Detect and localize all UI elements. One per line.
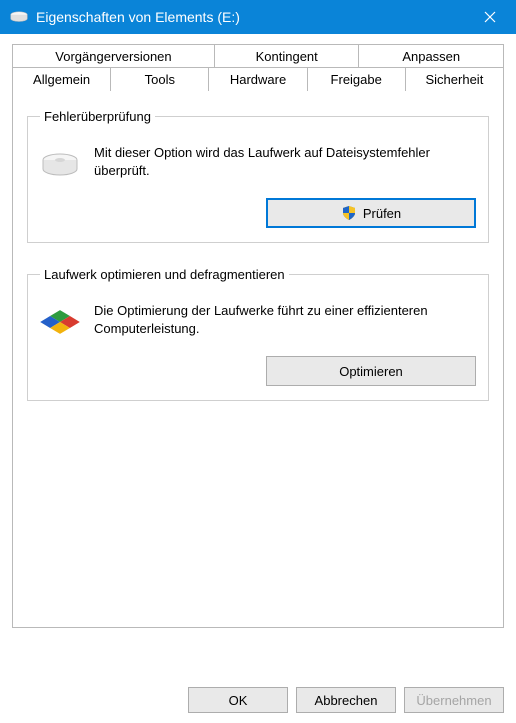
cancel-button[interactable]: Abbrechen xyxy=(296,687,396,713)
dialog-footer: OK Abbrechen Übernehmen xyxy=(0,679,516,721)
drive-icon xyxy=(10,10,28,24)
group-optimize-legend: Laufwerk optimieren und defragmentieren xyxy=(40,267,289,282)
close-button[interactable] xyxy=(470,0,510,34)
window-title: Eigenschaften von Elements (E:) xyxy=(36,9,470,25)
group-error-check-legend: Fehlerüberprüfung xyxy=(40,109,155,124)
tab-hardware[interactable]: Hardware xyxy=(208,67,307,91)
tab-customize[interactable]: Anpassen xyxy=(358,44,504,68)
tab-quota[interactable]: Kontingent xyxy=(214,44,360,68)
optimize-button-label: Optimieren xyxy=(339,364,403,379)
tab-tools[interactable]: Tools xyxy=(110,67,209,91)
group-error-check: Fehlerüberprüfung Mit dieser Option wird… xyxy=(27,109,489,243)
titlebar: Eigenschaften von Elements (E:) xyxy=(0,0,516,34)
drive-large-icon xyxy=(40,144,80,184)
shield-icon xyxy=(341,205,357,221)
group-optimize: Laufwerk optimieren und defragmentieren xyxy=(27,267,489,401)
content-area: Vorgängerversionen Kontingent Anpassen A… xyxy=(0,34,516,679)
error-check-text: Mit dieser Option wird das Laufwerk auf … xyxy=(94,144,476,179)
optimize-button[interactable]: Optimieren xyxy=(266,356,476,386)
optimize-text: Die Optimierung der Laufwerke führt zu e… xyxy=(94,302,476,337)
apply-button: Übernehmen xyxy=(404,687,504,713)
tab-security[interactable]: Sicherheit xyxy=(405,67,504,91)
tab-panel-tools: Fehlerüberprüfung Mit dieser Option wird… xyxy=(12,90,504,628)
tabs: Vorgängerversionen Kontingent Anpassen A… xyxy=(12,44,504,628)
tab-sharing[interactable]: Freigabe xyxy=(307,67,406,91)
check-button-label: Prüfen xyxy=(363,206,401,221)
tab-previous-versions[interactable]: Vorgängerversionen xyxy=(12,44,215,68)
check-button[interactable]: Prüfen xyxy=(266,198,476,228)
tab-general[interactable]: Allgemein xyxy=(12,67,111,91)
ok-button[interactable]: OK xyxy=(188,687,288,713)
defrag-icon xyxy=(40,302,80,342)
